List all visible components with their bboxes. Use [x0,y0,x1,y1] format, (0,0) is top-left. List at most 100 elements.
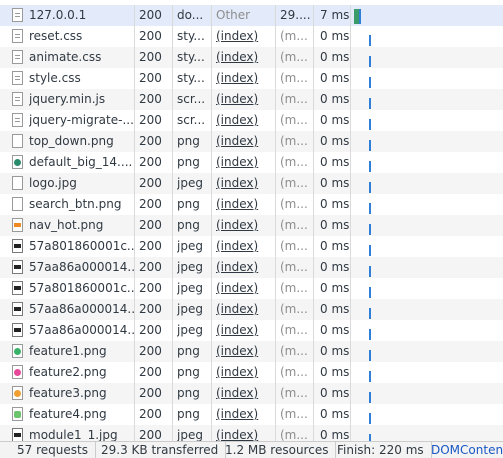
request-name: default_big_14.... [29,155,133,169]
request-name-cell[interactable]: jquery-migrate-... [10,110,134,131]
type-cell: png [177,134,200,148]
request-name-cell[interactable]: jquery.min.js [10,89,134,110]
request-row[interactable]: 57aa86a000014... 200 jpeg (index) (m... 0 ms [0,257,503,278]
initiator-cell[interactable]: (index) [216,110,270,131]
time-cell: 0 ms [320,365,350,379]
request-name-cell[interactable]: style.css [10,68,134,89]
request-name-cell[interactable]: feature3.png [10,383,134,404]
request-name-cell[interactable]: feature2.png [10,362,134,383]
request-name-cell[interactable]: top_down.png [10,131,134,152]
initiator-cell[interactable]: (index) [216,341,270,362]
waterfall-cell [352,425,502,441]
initiator-cell[interactable]: (index) [216,194,270,215]
initiator-cell[interactable]: (index) [216,68,270,89]
type-cell: do... [177,8,204,22]
request-row[interactable]: top_down.png 200 png (index) (m... 0 ms [0,131,503,152]
request-row[interactable]: default_big_14.... 200 png (index) (m... 0 ms [0,152,503,173]
waterfall-bar [369,56,371,67]
request-row[interactable]: style.css 200 sty... (index) (m... 0 ms [0,68,503,89]
waterfall-cell [352,320,502,341]
request-row[interactable]: 127.0.0.1 200 do... Other 29.... 7 ms [0,5,503,26]
initiator-cell[interactable]: (index) [216,425,270,441]
request-row[interactable]: feature3.png 200 png (index) (m... 0 ms [0,383,503,404]
initiator-cell[interactable]: (index) [216,236,270,257]
initiator-cell[interactable]: (index) [216,404,270,425]
waterfall-bar [369,434,371,441]
request-name-cell[interactable]: default_big_14.... [10,152,134,173]
initiator-cell[interactable]: (index) [216,173,270,194]
request-name-cell[interactable]: 57aa86a000014... [10,320,134,341]
request-name-cell[interactable]: reset.css [10,26,134,47]
request-row[interactable]: 57a801860001c... 200 jpeg (index) (m... 0 ms [0,236,503,257]
request-row[interactable]: feature4.png 200 png (index) (m... 0 ms [0,404,503,425]
waterfall-cell [352,173,502,194]
waterfall-cell [352,236,502,257]
request-row[interactable]: search_btn.png 200 png (index) (m... 0 ms [0,194,503,215]
size-cell: (m... [280,239,308,253]
request-count: 57 requests [10,442,96,458]
request-name: top_down.png [29,134,114,148]
time-cell: 0 ms [320,428,350,441]
column-divider [275,5,276,441]
type-cell: png [177,155,200,169]
request-row[interactable]: jquery.min.js 200 scr... (index) (m... 0 ms [0,89,503,110]
waterfall-bar [369,182,371,193]
column-divider [211,5,212,441]
waterfall-bar [369,119,371,130]
initiator-cell[interactable]: (index) [216,152,270,173]
initiator-cell[interactable]: (index) [216,383,270,404]
time-cell: 0 ms [320,92,350,106]
status-cell: 200 [139,50,162,64]
request-name-cell[interactable]: animate.css [10,47,134,68]
request-row[interactable]: module1_1.jpg 200 jpeg (index) (m... 0 ms [0,425,503,441]
size-cell: (m... [280,407,308,421]
request-row[interactable]: 57aa86a000014... 200 jpeg (index) (m... 0 ms [0,299,503,320]
request-name-cell[interactable]: 57a801860001c... [10,278,134,299]
image-blank-icon [12,197,23,211]
initiator-cell[interactable]: (index) [216,26,270,47]
initiator-cell[interactable]: (index) [216,257,270,278]
initiator-cell[interactable]: (index) [216,215,270,236]
initiator-cell[interactable]: (index) [216,89,270,110]
request-row[interactable]: feature1.png 200 png (index) (m... 0 ms [0,341,503,362]
waterfall-bar [369,329,371,340]
time-cell: 0 ms [320,260,350,274]
document-icon [12,8,23,22]
time-cell: 0 ms [320,344,350,358]
request-row[interactable]: animate.css 200 sty... (index) (m... 0 ms [0,47,503,68]
request-name-cell[interactable]: logo.jpg [10,173,134,194]
waterfall-bar [369,371,371,382]
initiator-cell[interactable]: (index) [216,47,270,68]
size-cell: (m... [280,50,308,64]
request-row[interactable]: feature2.png 200 png (index) (m... 0 ms [0,362,503,383]
request-row[interactable]: logo.jpg 200 jpeg (index) (m... 0 ms [0,173,503,194]
time-cell: 0 ms [320,323,350,337]
initiator-cell[interactable]: (index) [216,320,270,341]
initiator-cell[interactable]: (index) [216,131,270,152]
waterfall-bar [369,350,371,361]
initiator-cell[interactable]: (index) [216,362,270,383]
request-name-cell[interactable]: 127.0.0.1 [10,5,134,26]
status-cell: 200 [139,344,162,358]
request-row[interactable]: 57aa86a000014... 200 jpeg (index) (m... 0 ms [0,320,503,341]
request-name-cell[interactable]: module1_1.jpg [10,425,134,441]
request-name-cell[interactable]: nav_hot.png [10,215,134,236]
initiator-cell: Other [216,8,251,22]
request-name-cell[interactable]: 57a801860001c... [10,236,134,257]
request-row[interactable]: 57a801860001c... 200 jpeg (index) (m... 0 ms [0,278,503,299]
transferred-size: 29.3 KB transferred [94,442,227,458]
request-name-cell[interactable]: 57aa86a000014... [10,299,134,320]
type-cell: png [177,386,200,400]
initiator-cell[interactable]: (index) [216,299,270,320]
request-name-cell[interactable]: feature1.png [10,341,134,362]
request-name-cell[interactable]: feature4.png [10,404,134,425]
time-cell: 0 ms [320,281,350,295]
request-row[interactable]: jquery-migrate-... 200 scr... (index) (m... 0… [0,110,503,131]
request-row[interactable]: reset.css 200 sty... (index) (m... 0 ms [0,26,503,47]
request-name-cell[interactable]: search_btn.png [10,194,134,215]
request-name-cell[interactable]: 57aa86a000014... [10,257,134,278]
domcontentloaded-time: DOMContent [431,443,503,457]
initiator-cell[interactable]: (index) [216,278,270,299]
request-row[interactable]: nav_hot.png 200 png (index) (m... 0 ms [0,215,503,236]
size-cell: (m... [280,113,308,127]
